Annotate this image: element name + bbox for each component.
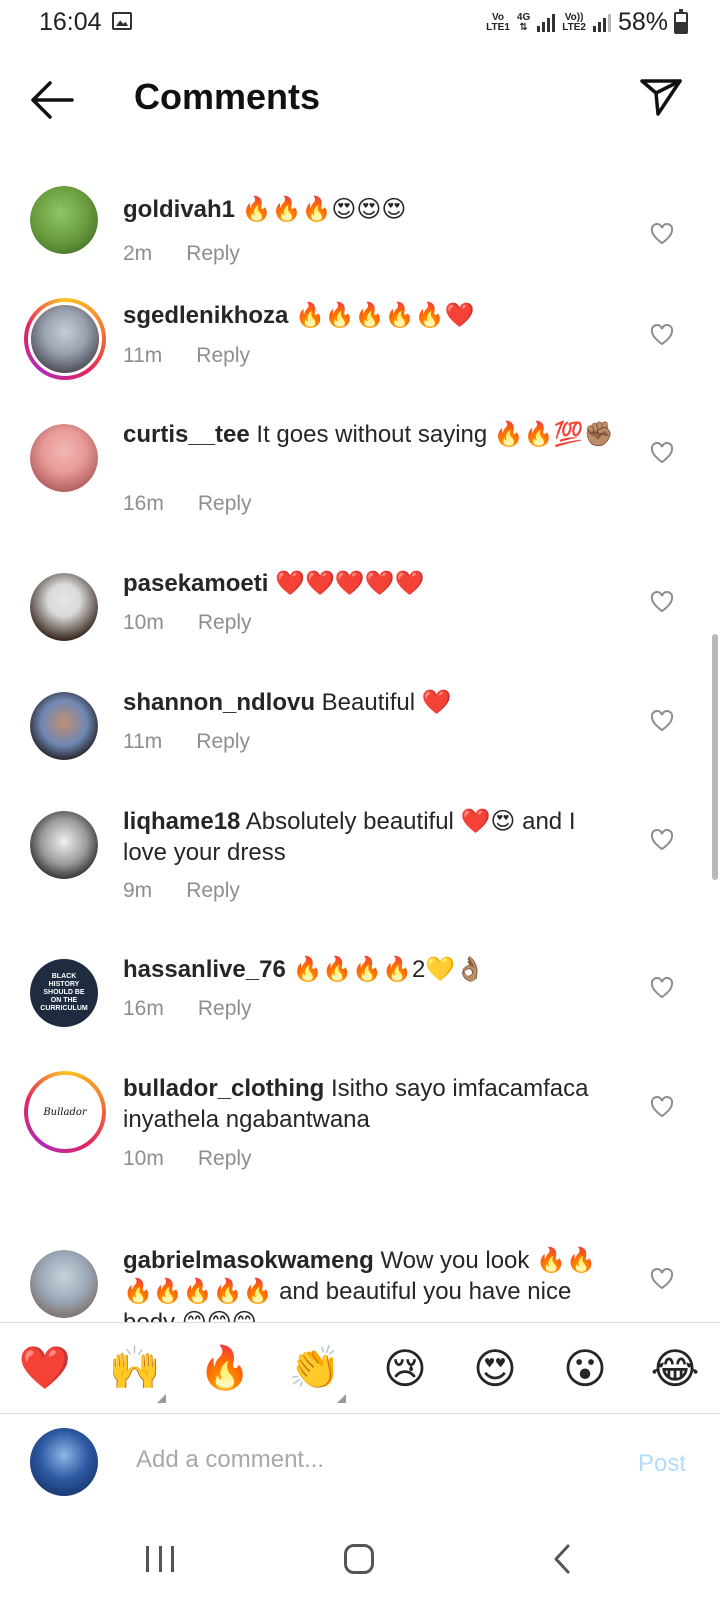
like-heart-icon[interactable] [650,1096,674,1118]
comment-time: 10m [123,1147,164,1170]
reply-button[interactable]: Reply [196,730,250,753]
signal2-icon [592,13,611,32]
comment-time: 2m [123,242,153,265]
comment-time: 16m [123,492,164,515]
signal1-icon [537,13,556,32]
avatar[interactable] [30,1250,98,1318]
reaction-raised-hands[interactable]: 🙌 [100,1344,170,1403]
comment-text: ❤️❤️❤️❤️❤️ [275,570,425,597]
comment-username[interactable]: hassanlive_76 [123,956,286,983]
like-heart-icon[interactable] [650,829,674,851]
avatar[interactable] [30,424,98,492]
reply-button[interactable]: Reply [186,879,240,902]
comment-item: curtis__tee It goes without saying 🔥🔥💯✊🏽… [0,421,720,554]
home-icon[interactable] [344,1544,374,1574]
like-heart-icon[interactable] [650,591,674,613]
avatar-story-ring[interactable]: Bullador [24,1071,106,1153]
reaction-clap[interactable]: 👏 [280,1344,350,1403]
like-heart-icon[interactable] [650,223,674,245]
like-heart-icon[interactable] [650,442,674,464]
comment-time: 11m [123,344,163,367]
comment-item: sgedlenikhoza 🔥🔥🔥🔥🔥❤️ 11m Reply [0,298,720,398]
comment-username[interactable]: shannon_ndlovu [123,689,315,716]
system-nav-bar [0,1524,720,1600]
comment-text: 🔥🔥🔥🔥2💛👌🏽 [292,956,486,983]
status-indicators: Vo LTE1 4G ⇅ Vo)) LTE2 58% [486,8,668,37]
skin-tone-indicator-icon [337,1393,346,1403]
avatar-text: BLACK HISTORY SHOULD BE ON THE CURRICULU… [40,973,88,1012]
scrollbar[interactable] [712,634,718,880]
comment-item: gabrielmasokwameng Wow you look 🔥🔥🔥🔥🔥🔥🔥 … [0,1247,720,1322]
current-user-avatar [30,1428,98,1496]
comment-username[interactable]: bullador_clothing [123,1075,324,1102]
avatar[interactable] [30,692,98,760]
comment-time: 10m [123,611,164,634]
avatar[interactable] [30,186,98,254]
comments-list[interactable]: goldivah1 🔥🔥🔥😍😍😍 2m Reply sgedlenikhoza 🔥… [0,168,720,1322]
status-time: 16:04 [39,8,102,36]
comment-item: BLACK HISTORY SHOULD BE ON THE CURRICULU… [0,956,720,1059]
battery-icon [674,9,688,34]
volte2-indicator: Vo)) LTE2 [562,11,586,33]
comment-item: shannon_ndlovu Beautiful ❤️ 11m Reply [0,689,720,792]
nav-back-icon[interactable] [548,1542,578,1576]
comment-item: pasekamoeti ❤️❤️❤️❤️❤️ 10m Reply [0,570,720,673]
comment-username[interactable]: gabrielmasokwameng [123,1247,374,1274]
comment-input[interactable]: Add a comment... [136,1446,324,1474]
avatar[interactable]: BLACK HISTORY SHOULD BE ON THE CURRICULU… [30,959,98,1027]
like-heart-icon[interactable] [650,710,674,732]
comment-username[interactable]: pasekamoeti [123,570,268,597]
avatar[interactable] [30,573,98,641]
comment-item: liqhame18 Absolutely beautiful ❤️😍 and I… [0,808,720,941]
comment-username[interactable]: sgedlenikhoza [123,302,288,329]
comment-username[interactable]: liqhame18 [123,808,240,835]
skin-tone-indicator-icon [157,1393,166,1403]
avatar[interactable] [30,811,98,879]
avatar-story-ring[interactable] [24,298,106,380]
network-type-indicator: 4G ⇅ [516,11,531,33]
reply-button[interactable]: Reply [186,242,240,265]
comment-text: It goes without saying 🔥🔥💯✊🏽 [256,421,614,448]
quick-reaction-bar: ❤️ 🙌 🔥 👏 😢 😍 😮 😂 [0,1322,720,1414]
comments-header: Comments [0,60,720,140]
reaction-surprised[interactable]: 😮 [550,1344,620,1393]
page-title: Comments [134,76,321,117]
like-heart-icon[interactable] [650,977,674,999]
volte1-indicator: Vo LTE1 [486,11,510,33]
like-heart-icon[interactable] [650,324,674,346]
post-button[interactable]: Post [638,1450,686,1478]
gallery-notification-icon [112,12,132,30]
reply-button[interactable]: Reply [198,997,252,1020]
reply-button[interactable]: Reply [196,344,250,367]
reaction-laughing[interactable]: 😂 [640,1344,710,1393]
like-heart-icon[interactable] [650,1268,674,1290]
comment-input-bar: Add a comment... Post [0,1414,720,1524]
reply-button[interactable]: Reply [198,611,252,634]
comment-item: goldivah1 🔥🔥🔥😍😍😍 2m Reply [0,186,720,286]
status-bar: 16:04 Vo LTE1 4G ⇅ Vo)) LTE2 58% [0,0,720,46]
reaction-fire[interactable]: 🔥 [190,1344,260,1393]
paper-plane-icon[interactable] [638,74,684,120]
battery-percent: 58% [617,8,668,36]
comment-text: 🔥🔥🔥🔥🔥❤️ [295,302,475,329]
comment-username[interactable]: goldivah1 [123,196,235,223]
comment-item: Bullador bullador_clothing Isitho sayo i… [0,1071,720,1201]
comment-text: Beautiful ❤️ [321,689,452,716]
reply-button[interactable]: Reply [198,492,252,515]
reaction-heart[interactable]: ❤️ [10,1344,80,1393]
comment-time: 9m [123,879,153,902]
comment-username[interactable]: curtis__tee [123,421,250,448]
comment-time: 16m [123,997,164,1020]
reply-button[interactable]: Reply [198,1147,252,1170]
comment-time: 11m [123,730,163,753]
arrow-left-icon[interactable] [28,78,76,122]
avatar-text: Bullador [43,1106,87,1118]
comment-text: 🔥🔥🔥😍😍😍 [241,196,407,223]
recent-apps-icon[interactable] [146,1546,174,1572]
reaction-heart-eyes[interactable]: 😍 [460,1344,530,1393]
reaction-crying[interactable]: 😢 [370,1344,440,1393]
